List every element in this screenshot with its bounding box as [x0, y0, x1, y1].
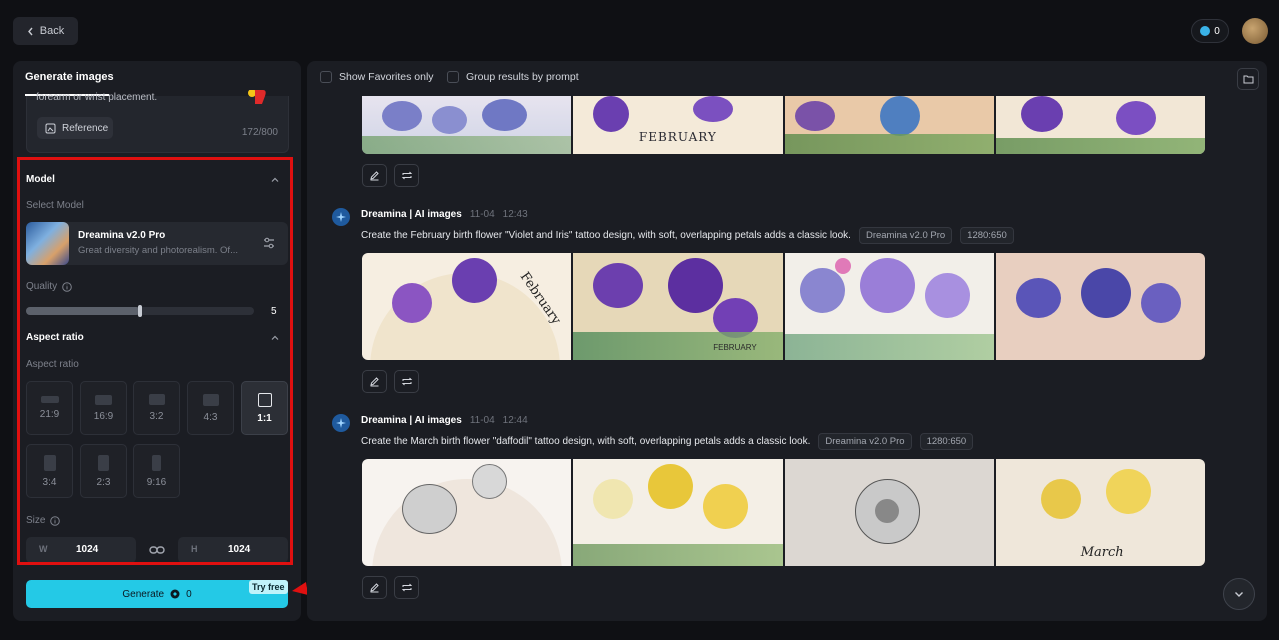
result-image[interactable]: March [995, 459, 1205, 566]
result-image[interactable] [995, 253, 1205, 360]
folder-button[interactable] [1237, 68, 1259, 90]
dreamina-logo-icon [332, 414, 350, 432]
message-time: 12:44 [502, 415, 528, 426]
back-label: Back [39, 25, 65, 37]
dreamina-logo-icon [332, 208, 350, 226]
model-tag: Dreamina v2.0 Pro [858, 227, 953, 244]
result-image[interactable] [784, 96, 994, 154]
regenerate-button[interactable] [394, 370, 419, 393]
image-row: February FEBRUARY [362, 253, 1205, 360]
message-author: Dreamina | AI images [361, 415, 462, 426]
credit-icon [170, 589, 180, 599]
pencil-icon [370, 377, 379, 387]
chevron-down-icon [1235, 592, 1243, 597]
image-text: March [1080, 545, 1124, 560]
edit-button[interactable] [362, 370, 387, 393]
message-prompt[interactable]: Create the February birth flower "Violet… [361, 230, 851, 241]
group-by-prompt-toggle[interactable]: Group results by prompt [447, 71, 579, 83]
repeat-icon [401, 377, 412, 386]
pencil-icon [370, 171, 379, 181]
message-time: 12:43 [502, 209, 528, 220]
try-free-badge: Try free [249, 580, 288, 594]
result-image[interactable] [362, 459, 572, 566]
prompt-box[interactable]: forearm or wrist placement. Reference 17… [26, 90, 289, 153]
char-count: 172/800 [241, 127, 278, 138]
pencil-icon [370, 583, 379, 593]
result-image[interactable] [784, 459, 994, 566]
generate-credits: 0 [186, 588, 192, 600]
model-tag: Dreamina v2.0 Pro [818, 433, 912, 450]
result-image[interactable]: February [362, 253, 572, 360]
back-button[interactable]: Back [13, 17, 78, 45]
show-favorites-label: Show Favorites only [339, 71, 434, 83]
reference-button[interactable]: Reference [37, 117, 113, 139]
regenerate-button[interactable] [394, 576, 419, 599]
message-prompt-row: Create the February birth flower "Violet… [361, 227, 1014, 244]
edit-button[interactable] [362, 576, 387, 599]
message-header: Dreamina | AI images 11-04 12:44 [361, 415, 528, 426]
regenerate-button[interactable] [394, 164, 419, 187]
credits-pill[interactable]: 0 [1191, 19, 1229, 43]
image-text: FEBRUARY [713, 343, 757, 352]
edit-button[interactable] [362, 164, 387, 187]
size-tag: 1280:650 [960, 227, 1014, 244]
image-reference-icon [45, 123, 56, 133]
size-tag: 1280:650 [919, 433, 974, 450]
message-author: Dreamina | AI images [361, 209, 462, 220]
result-image[interactable] [995, 96, 1205, 154]
generate-label: Generate [122, 588, 165, 600]
prompt-text[interactable]: forearm or wrist placement. [36, 92, 157, 103]
annotation-highlight-box [17, 157, 293, 565]
image-row: March [362, 459, 1205, 566]
message-prompt-row: Create the March birth flower "daffodil"… [361, 433, 974, 450]
group-by-prompt-label: Group results by prompt [466, 71, 579, 83]
show-favorites-toggle[interactable]: Show Favorites only [320, 71, 434, 83]
scroll-down-button[interactable] [1223, 578, 1255, 610]
repeat-icon [401, 583, 412, 592]
tab-generate-images[interactable]: Generate images [25, 71, 114, 83]
checkbox[interactable] [320, 71, 332, 83]
reference-label: Reference [62, 122, 109, 134]
result-image[interactable] [362, 96, 572, 154]
result-image[interactable]: FEBRUARY [573, 253, 783, 360]
top-bar: Back 0 [0, 0, 1279, 60]
result-image[interactable] [573, 459, 783, 566]
folder-icon [1243, 75, 1253, 84]
repeat-icon [401, 171, 412, 180]
chevron-left-icon [27, 27, 33, 35]
credits-count: 0 [1214, 25, 1220, 37]
checkbox[interactable] [447, 71, 459, 83]
message-header: Dreamina | AI images 11-04 12:43 [361, 209, 528, 220]
message-date: 11-04 [469, 415, 495, 426]
result-image[interactable]: FEBRUARY [573, 96, 783, 154]
results-panel: Show Favorites only Group results by pro… [307, 61, 1267, 621]
avatar[interactable] [1242, 18, 1268, 44]
message-date: 11-04 [469, 209, 495, 220]
result-image[interactable] [784, 253, 994, 360]
brand-logo-icon [248, 90, 266, 104]
message-prompt[interactable]: Create the March birth flower "daffodil"… [361, 436, 810, 447]
image-text: FEBRUARY [638, 130, 717, 144]
image-row: FEBRUARY [362, 96, 1205, 154]
credit-icon [1200, 26, 1211, 36]
